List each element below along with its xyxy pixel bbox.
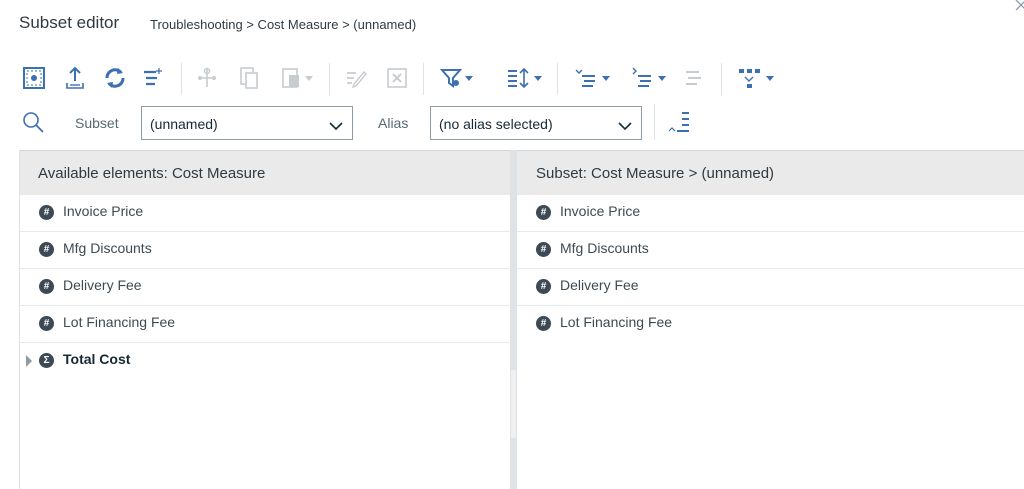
filter-icon[interactable] — [436, 64, 476, 92]
available-elements-header: Available elements: Cost Measure — [20, 150, 510, 195]
list-item-label: Mfg Discounts — [63, 240, 152, 256]
alias-label: Alias — [378, 115, 409, 131]
list-item[interactable]: # Invoice Price — [20, 195, 510, 232]
subset-select[interactable]: (unnamed) — [141, 106, 353, 140]
numeric-element-icon: # — [536, 316, 551, 331]
page-title: Subset editor — [19, 13, 120, 32]
list-item[interactable]: # Delivery Fee — [20, 269, 510, 306]
expand-below-icon[interactable] — [626, 64, 668, 92]
numeric-element-icon: # — [536, 279, 551, 294]
list-item[interactable]: Σ Total Cost — [20, 343, 510, 380]
list-item-label: Delivery Fee — [63, 277, 142, 293]
close-icon[interactable] — [1014, 0, 1024, 12]
numeric-element-icon: # — [39, 279, 54, 294]
delete-icon — [383, 64, 411, 92]
collapse-icon — [680, 64, 708, 92]
edit-icon — [342, 64, 370, 92]
list-item[interactable]: # Mfg Discounts — [20, 232, 510, 269]
list-item[interactable]: # Delivery Fee — [517, 269, 1024, 306]
list-item[interactable]: # Lot Financing Fee — [20, 306, 510, 343]
breadcrumb: Troubleshooting > Cost Measure > (unname… — [150, 17, 417, 32]
upload-icon[interactable] — [62, 64, 88, 92]
insert-element-icon[interactable] — [140, 64, 168, 92]
subset-pane: Subset: Cost Measure > (unnamed) # Invoi… — [517, 150, 1024, 489]
chevron-down-icon — [618, 118, 632, 134]
numeric-element-icon: # — [536, 205, 551, 220]
subset-header: Subset: Cost Measure > (unnamed) — [517, 150, 1024, 195]
list-item-label: Invoice Price — [63, 203, 144, 219]
splitter-grip[interactable] — [511, 370, 516, 438]
numeric-element-icon: # — [39, 316, 54, 331]
subset-select-value: (unnamed) — [150, 116, 218, 132]
list-item-label: Total Cost — [63, 351, 131, 367]
expand-arrow-icon[interactable] — [26, 355, 32, 367]
pane-splitter[interactable] — [510, 150, 517, 489]
select-all-icon[interactable] — [21, 64, 47, 92]
list-item-label: Delivery Fee — [560, 277, 639, 293]
element-panes: Available elements: Cost Measure # Invoi… — [19, 150, 1024, 489]
list-item-label: Mfg Discounts — [560, 240, 649, 256]
expand-above-icon[interactable] — [570, 64, 612, 92]
hierarchy-icon — [194, 64, 220, 92]
list-item-label: Lot Financing Fee — [560, 314, 673, 330]
list-item[interactable]: # Lot Financing Fee — [517, 306, 1024, 343]
list-item[interactable]: # Invoice Price — [517, 195, 1024, 232]
list-item[interactable]: # Mfg Discounts — [517, 232, 1024, 269]
alias-select-value: (no alias selected) — [439, 116, 553, 132]
available-elements-pane: Available elements: Cost Measure # Invoi… — [19, 150, 510, 489]
paste-icon — [276, 64, 316, 92]
sort-icon[interactable] — [501, 64, 545, 92]
chevron-down-icon — [329, 118, 343, 134]
search-icon[interactable] — [20, 108, 46, 136]
numeric-element-icon: # — [39, 205, 54, 220]
subset-filter-row: Subset (unnamed) Alias (no alias selecte… — [0, 104, 1024, 142]
consolidated-element-icon: Σ — [39, 353, 54, 368]
alias-select[interactable]: (no alias selected) — [430, 106, 642, 140]
list-item-label: Lot Financing Fee — [63, 314, 176, 330]
numeric-element-icon: # — [536, 242, 551, 257]
subset-label: Subset — [75, 115, 119, 131]
editor-header: Subset editor Troubleshooting > Cost Mea… — [0, 0, 1024, 50]
list-item-label: Invoice Price — [560, 203, 641, 219]
drill-icon[interactable] — [734, 64, 776, 92]
copy-icon — [236, 64, 262, 92]
refresh-icon[interactable] — [102, 64, 128, 92]
sort-order-icon[interactable] — [666, 108, 694, 136]
toolbar — [0, 58, 1024, 98]
numeric-element-icon: # — [39, 242, 54, 257]
